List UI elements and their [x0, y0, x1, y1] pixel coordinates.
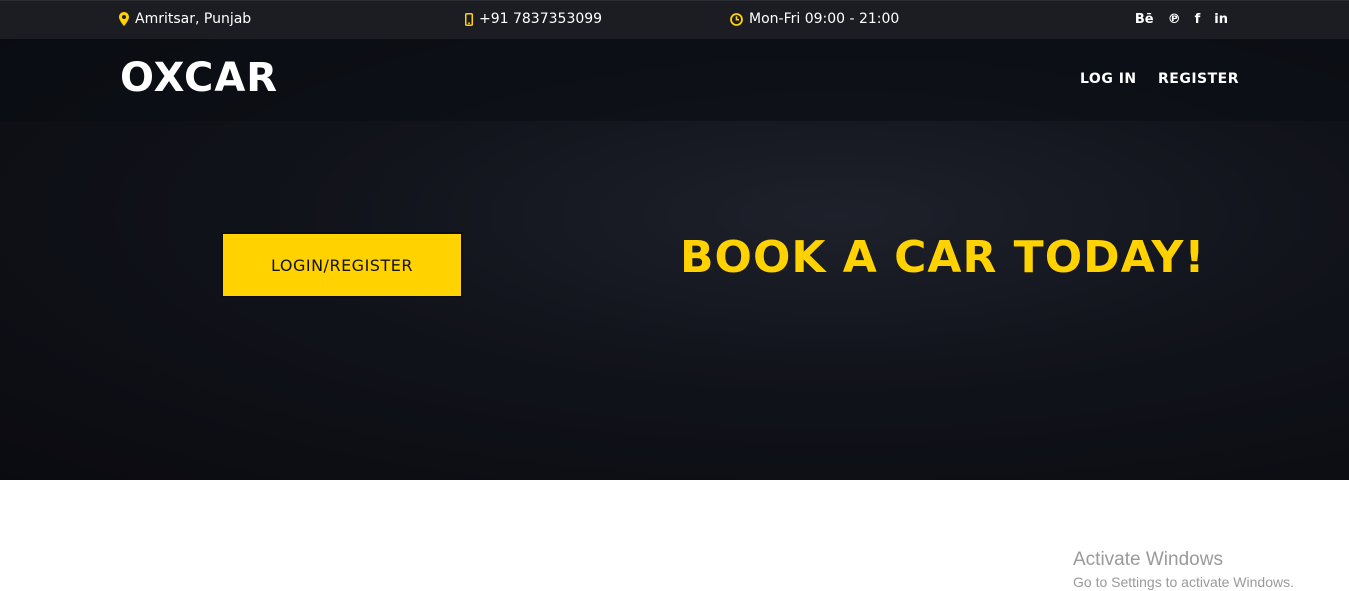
- top-info-bar: Amritsar, Punjab +91 7837353099 Mon-Fri …: [0, 0, 1349, 39]
- hero-section: OXCAR LOG IN REGISTER LOGIN/REGISTER BOO…: [0, 39, 1349, 480]
- location-info: Amritsar, Punjab: [119, 11, 251, 27]
- phone-text[interactable]: +91 7837353099: [479, 11, 602, 27]
- login-register-button[interactable]: LOGIN/REGISTER: [221, 232, 463, 298]
- clock-icon: [730, 12, 743, 26]
- hours-info: Mon-Fri 09:00 - 21:00: [730, 11, 899, 27]
- behance-icon[interactable]: Bē: [1135, 12, 1154, 28]
- social-links: Bē ℗ f in: [1135, 12, 1228, 28]
- nav-login-link[interactable]: LOG IN: [1080, 71, 1137, 87]
- main-navbar: OXCAR LOG IN REGISTER: [0, 39, 1349, 121]
- watermark-title: Activate Windows: [1073, 549, 1223, 570]
- pinterest-icon[interactable]: ℗: [1168, 12, 1181, 28]
- hours-text: Mon-Fri 09:00 - 21:00: [749, 11, 900, 27]
- mobile-phone-icon: [465, 12, 473, 26]
- phone-info: +91 7837353099: [465, 11, 602, 27]
- location-text: Amritsar, Punjab: [135, 11, 252, 27]
- facebook-icon[interactable]: f: [1195, 12, 1201, 28]
- map-marker-icon: [119, 12, 129, 26]
- nav-register-link[interactable]: REGISTER: [1158, 71, 1239, 87]
- watermark-subtitle: Go to Settings to activate Windows.: [1073, 574, 1294, 590]
- hero-headline: BOOK A CAR TODAY!: [680, 232, 1206, 283]
- linkedin-icon[interactable]: in: [1214, 12, 1228, 28]
- activate-windows-watermark: Activate Windows Go to Settings to activ…: [1073, 549, 1294, 591]
- site-logo[interactable]: OXCAR: [120, 55, 278, 101]
